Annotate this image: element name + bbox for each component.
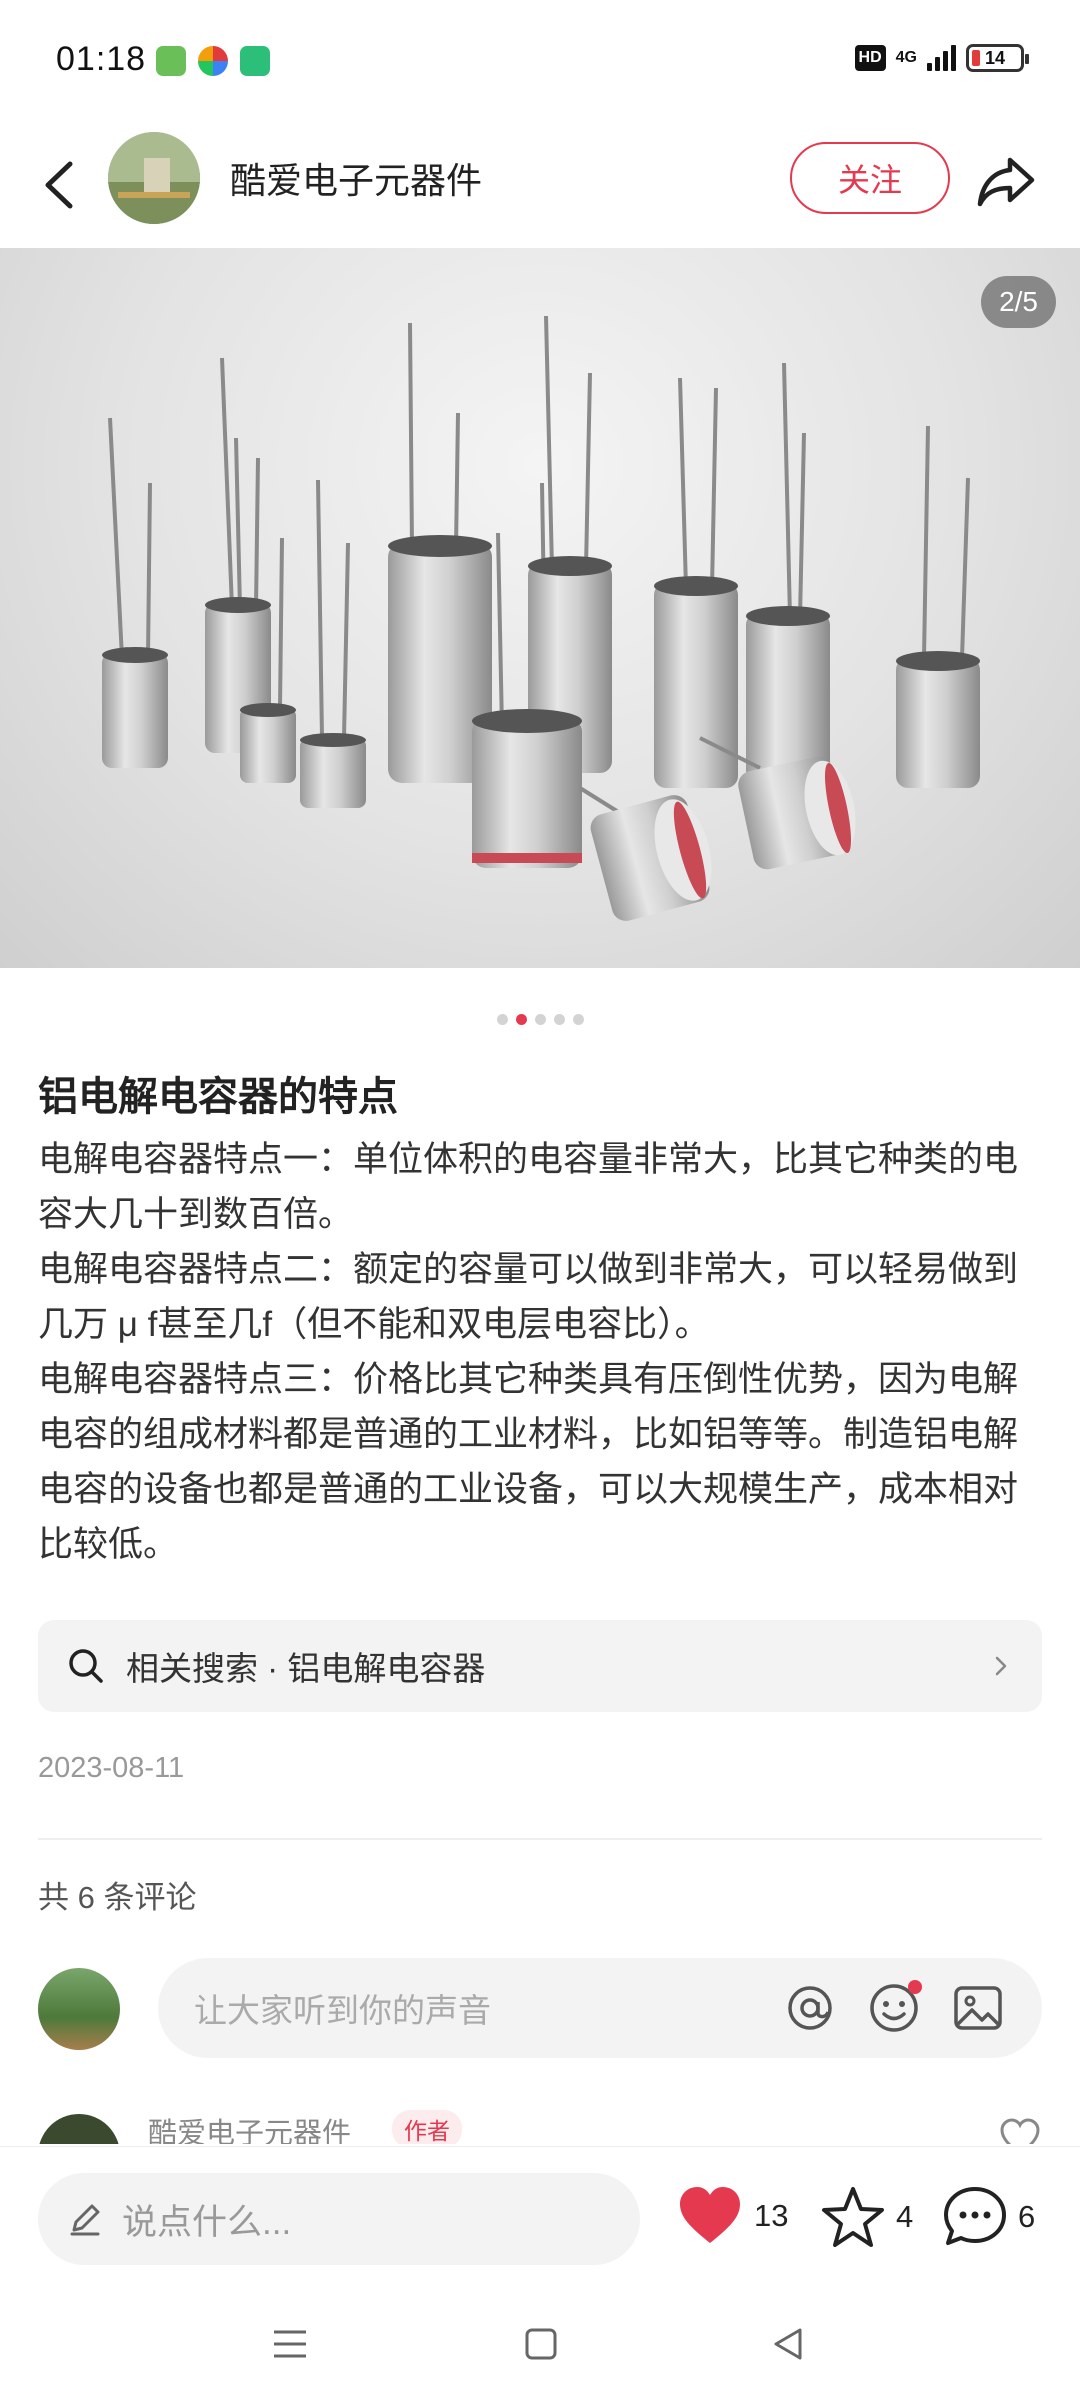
avatar-image <box>108 132 200 224</box>
carousel-dot-active <box>515 1014 527 1025</box>
say-something-input[interactable]: 说点什么... <box>38 2173 640 2265</box>
chevron-right-icon <box>995 1656 1007 1676</box>
chevron-left-icon <box>45 161 73 209</box>
heart-filled-icon <box>680 2187 740 2243</box>
collect-count: 4 <box>896 2199 914 2234</box>
post-paragraph: 电解电容器特点二：额定的容量可以做到非常大，可以轻易做到几万 μ f甚至几f（但… <box>38 1250 1019 1344</box>
collect-button[interactable]: 4 <box>820 2185 913 2249</box>
post-header: 酷爱电子元器件 关注 <box>0 128 1080 248</box>
at-icon <box>788 1986 832 2030</box>
status-time: 01:18 <box>56 40 147 78</box>
heart-outline-icon[interactable] <box>998 2116 1042 2144</box>
mention-button[interactable] <box>782 1980 838 2036</box>
comment-icon <box>944 2187 1006 2245</box>
menu-icon <box>274 2330 306 2358</box>
like-count: 13 <box>754 2198 789 2233</box>
system-nav-bar <box>0 2286 1080 2400</box>
user-avatar <box>38 1968 120 2050</box>
network-type: 4G <box>895 49 917 66</box>
image-page-counter: 2/5 <box>981 276 1056 328</box>
like-button[interactable]: 13 <box>676 2185 788 2247</box>
author-badge: 作者 <box>392 2110 462 2144</box>
commenter-name[interactable]: 酷爱电子元器件 <box>148 2110 351 2144</box>
carousel-dot <box>534 1014 546 1025</box>
post-date: 2023-08-11 <box>38 1752 185 1784</box>
nav-back-button[interactable] <box>760 2316 816 2372</box>
battery-level: 14 <box>984 47 1006 68</box>
star-icon <box>822 2187 884 2247</box>
divider <box>38 1838 1042 1840</box>
post-paragraph: 电解电容器特点三：价格比其它种类具有压倒性优势，因为电解电容的组成材料都是普通的… <box>38 1360 1019 1564</box>
post-body: 电解电容器特点一：单位体积的电容量非常大，比其它种类的电容大几十到数百倍。 电解… <box>38 1132 1048 1572</box>
carousel-indicator <box>0 1014 1080 1025</box>
bottom-action-bar: 说点什么... 13 4 6 <box>0 2146 1080 2286</box>
search-icon <box>69 1649 103 1683</box>
capacitors-photo <box>102 315 980 921</box>
comment-total: 6 <box>1018 2199 1036 2234</box>
app-notification-icon <box>240 46 270 76</box>
commenter-avatar[interactable] <box>38 2114 120 2144</box>
triangle-back-icon <box>774 2328 802 2360</box>
share-button[interactable] <box>974 148 1040 214</box>
comment-composer: 让大家听到你的声音 <box>38 1958 1042 2062</box>
battery-icon: 14 <box>966 44 1029 72</box>
comment-placeholder: 让大家听到你的声音 <box>194 1992 491 2029</box>
emoji-button[interactable] <box>866 1980 922 2036</box>
home-button[interactable] <box>512 2316 568 2372</box>
comment-button[interactable]: 6 <box>942 2185 1035 2249</box>
post-title: 铝电解电容器的特点 <box>38 1075 398 1119</box>
share-icon <box>977 157 1035 207</box>
author-avatar[interactable] <box>108 132 200 224</box>
hd-icon: HD <box>854 45 886 71</box>
back-button[interactable] <box>30 152 90 218</box>
comment-item: 酷爱电子元器件 作者 <box>38 2110 1042 2144</box>
comment-input[interactable]: 让大家听到你的声音 <box>158 1958 1042 2058</box>
carousel-dot <box>553 1014 565 1025</box>
related-search-label: 相关搜索 · 铝电解电容器 <box>126 1650 486 1687</box>
related-search-bar[interactable]: 相关搜索 · 铝电解电容器 <box>38 1620 1042 1712</box>
status-app-icons <box>156 46 270 76</box>
signal-icon <box>927 45 956 71</box>
author-name[interactable]: 酷爱电子元器件 <box>230 152 482 204</box>
app-notification-icon <box>198 46 228 76</box>
follow-button[interactable]: 关注 <box>790 142 950 214</box>
comment-count: 共 6 条评论 <box>38 1880 197 1915</box>
carousel-dot <box>496 1014 508 1025</box>
app-notification-icon <box>156 46 186 76</box>
carousel-dot <box>572 1014 584 1025</box>
notification-dot <box>908 1980 922 1994</box>
post-paragraph: 电解电容器特点一：单位体积的电容量非常大，比其它种类的电容大几十到数百倍。 <box>38 1140 1019 1234</box>
post-image[interactable]: 2/5 <box>0 248 1080 968</box>
pencil-icon <box>70 2204 100 2236</box>
status-bar: 01:18 HD 4G 14 <box>0 0 1080 120</box>
say-placeholder: 说点什么... <box>122 2202 292 2242</box>
image-button[interactable] <box>950 1980 1006 2036</box>
image-icon <box>954 1986 1002 2030</box>
menu-button[interactable] <box>262 2316 318 2372</box>
status-indicators: HD 4G 14 <box>854 44 1029 72</box>
square-icon <box>525 2328 557 2360</box>
